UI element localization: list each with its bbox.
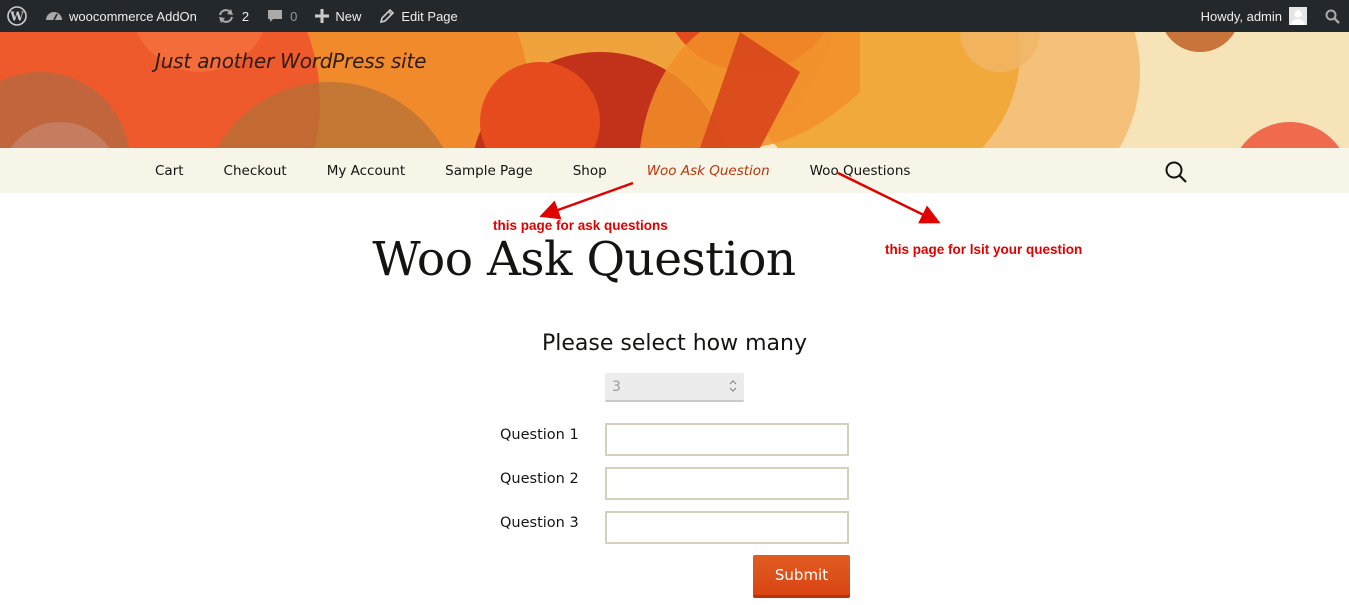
question-2-label: Question 2	[500, 471, 579, 487]
page-title: Woo Ask Question	[372, 232, 796, 287]
question-1-input[interactable]	[605, 423, 849, 456]
nav-item-checkout[interactable]: Checkout	[224, 163, 287, 179]
site-name: woocommerce AddOn	[69, 8, 197, 24]
updates-link[interactable]: 2	[209, 0, 257, 32]
edit-page-label: Edit Page	[401, 8, 458, 24]
comments-icon	[268, 10, 283, 22]
nav-item-sample-page[interactable]: Sample Page	[445, 163, 533, 179]
admin-bar: W woocommerce AddOn 2 0 New Edit Page Ho…	[0, 0, 1349, 32]
form-heading: Please select how many	[0, 331, 1349, 356]
main-navigation: Cart Checkout My Account Sample Page Sho…	[0, 148, 1349, 193]
site-name-link[interactable]: woocommerce AddOn	[37, 0, 205, 32]
site-tagline: Just another WordPress site	[155, 49, 427, 73]
nav-item-woo-ask-question[interactable]: Woo Ask Question	[647, 163, 770, 179]
avatar	[1289, 7, 1307, 25]
greeting: Howdy, admin	[1200, 8, 1282, 24]
nav-item-shop[interactable]: Shop	[573, 163, 607, 179]
search-icon	[1165, 161, 1187, 183]
nav-menu: Cart Checkout My Account Sample Page Sho…	[155, 148, 950, 193]
wordpress-icon: W	[7, 6, 27, 26]
updates-icon	[218, 9, 233, 23]
question-2-input[interactable]	[605, 467, 849, 500]
comments-link[interactable]: 0	[259, 0, 305, 32]
nav-item-my-account[interactable]: My Account	[327, 163, 405, 179]
form-heading-text: Please select how many	[541, 331, 807, 356]
chevron-updown-icon	[729, 380, 737, 392]
edit-page-link[interactable]: Edit Page	[371, 0, 465, 32]
search-icon	[1325, 9, 1340, 24]
annotation-ask-text: this page for ask questions	[493, 218, 668, 233]
question-count-value: 3	[612, 378, 621, 395]
pencil-icon	[380, 8, 395, 24]
admin-search-button[interactable]	[1321, 0, 1349, 32]
comments-count: 0	[290, 8, 298, 24]
wordpress-logo-button[interactable]: W	[0, 0, 37, 32]
updates-count: 2	[241, 8, 250, 24]
site-header: Just another WordPress site	[0, 32, 1349, 148]
question-3-label: Question 3	[500, 515, 579, 531]
question-1-label: Question 1	[500, 427, 579, 443]
new-label: New	[335, 8, 362, 24]
nav-item-woo-questions[interactable]: Woo Questions	[810, 163, 911, 179]
dashboard-icon	[46, 12, 62, 21]
nav-search-button[interactable]	[1163, 159, 1189, 185]
svg-text:W: W	[9, 10, 24, 24]
plus-icon	[315, 9, 330, 23]
new-content-link[interactable]: New	[307, 0, 369, 32]
question-3-input[interactable]	[605, 511, 849, 544]
nav-item-cart[interactable]: Cart	[155, 163, 184, 179]
my-account-link[interactable]: Howdy, admin	[1193, 0, 1321, 32]
question-count-select[interactable]: 3	[605, 373, 744, 402]
submit-button[interactable]: Submit	[753, 555, 850, 598]
